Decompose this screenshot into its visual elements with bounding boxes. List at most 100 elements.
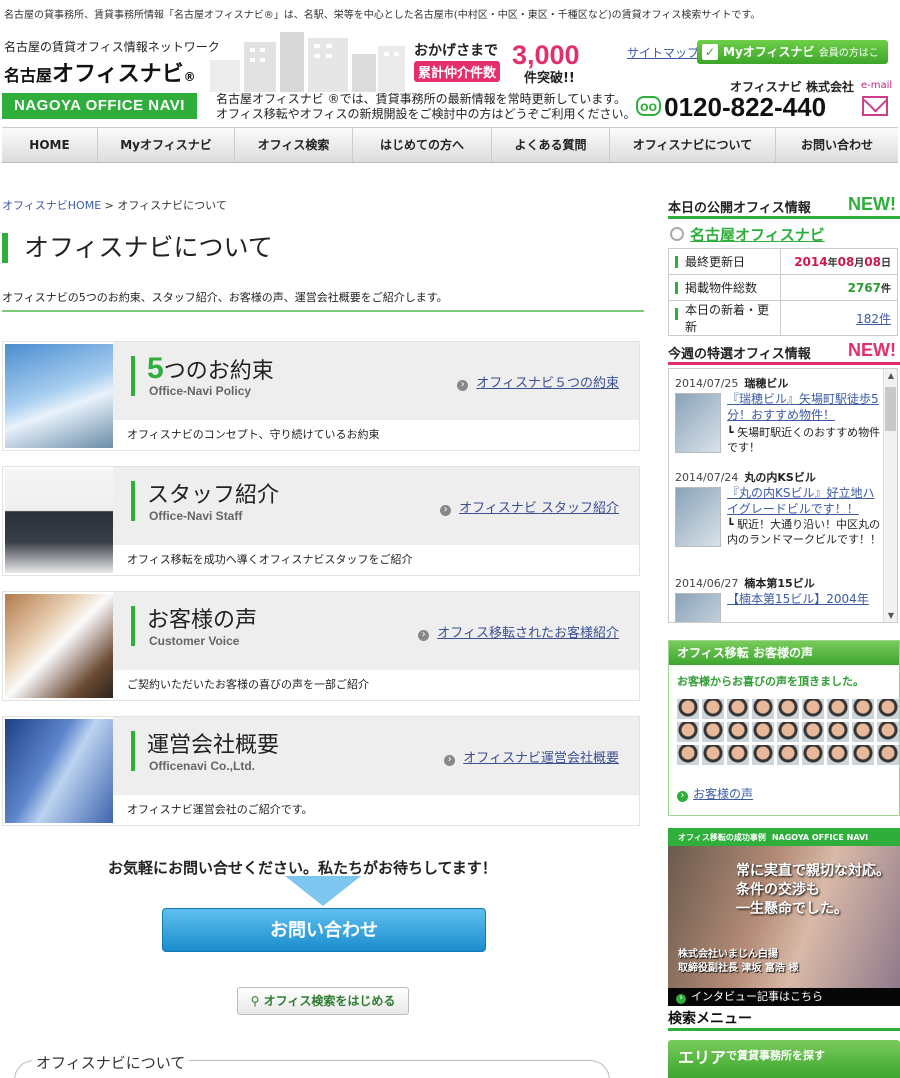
success-header-en: NAGOYA OFFICE NAVI xyxy=(771,833,869,842)
today-heading: 本日の公開オフィス情報 xyxy=(668,201,811,216)
page-title: オフィスナビについて xyxy=(2,233,273,263)
avatar xyxy=(852,722,874,742)
table-row: 最終更新日 2014年08月08日 xyxy=(668,248,898,275)
email-icon[interactable] xyxy=(862,96,888,116)
list-item[interactable]: 2014/06/27 楠本第15ビル 【楠本第15ビル】2004年 xyxy=(675,575,881,622)
item-date: 2014/07/25 xyxy=(675,377,739,390)
nav-about[interactable]: オフィスナビについて xyxy=(610,128,776,162)
scroll-down-icon[interactable]: ▼ xyxy=(888,611,894,620)
date-day: 08 xyxy=(864,255,881,269)
freedial-icon: oo xyxy=(636,96,662,116)
nav-first-time[interactable]: はじめての方へ xyxy=(353,128,492,162)
breadcrumb: オフィスナビHOME > オフィスナビについて xyxy=(2,197,227,213)
avatar xyxy=(777,745,799,765)
promo-line3: 件突破!! xyxy=(524,71,575,86)
item-name: 丸の内KSビル xyxy=(744,471,816,484)
logo[interactable]: 名古屋オフィスナビ® xyxy=(4,56,196,88)
scroll-up-icon[interactable]: ▲ xyxy=(888,371,894,380)
date-day-unit: 日 xyxy=(881,258,891,269)
success-person: 株式会社いまじん白揚 取締役副社長 津坂 富浩 様 xyxy=(678,948,798,976)
stat-label: 掲載物件総数 xyxy=(668,274,781,301)
feed-scrollbar[interactable]: ▲ ▼ xyxy=(883,369,897,622)
item-name: 瑞穂ビル xyxy=(744,377,789,390)
customer-voice-link[interactable]: お客様の声 xyxy=(677,785,753,802)
item-title-link[interactable]: 【楠本第15ビル】2004年 xyxy=(727,591,883,607)
quote-line: 常に実直で親切な対応。 xyxy=(736,863,890,879)
card-title: 5つのお約束 xyxy=(147,352,274,386)
item-title-link[interactable]: 『丸の内KSビル』好立地ハイグレードビルです！！ xyxy=(727,485,883,517)
card-photo-contract xyxy=(5,594,113,698)
sitemap-link[interactable]: サイトマップ xyxy=(627,44,699,61)
voice-subtitle: お客様からお喜びの声を頂きました。 xyxy=(677,675,864,688)
card-link[interactable]: オフィスナビ運営会社概要 xyxy=(444,747,619,766)
card-header: お客様の声 Customer Voice オフィス移転されたお客様紹介 xyxy=(113,592,639,670)
search-menu-heading: 検索メニュー xyxy=(668,1011,752,1027)
building-thumbnail[interactable] xyxy=(675,487,721,547)
featured-feed[interactable]: 2014/07/25 瑞穂ビル 『瑞穂ビル』矢場町駅徒歩5分！おすすめ物件！ ┗ … xyxy=(668,368,898,623)
avatar xyxy=(877,699,899,719)
list-item[interactable]: 2014/07/25 瑞穂ビル 『瑞穂ビル』矢場町駅徒歩5分！おすすめ物件！ ┗ … xyxy=(675,375,881,454)
nav-contact[interactable]: お問い合わせ xyxy=(776,128,898,162)
card-voice[interactable]: お客様の声 Customer Voice オフィス移転されたお客様紹介 ご契約い… xyxy=(2,591,640,701)
avatar xyxy=(802,722,824,742)
area-subtitle: で賃貸事務所を探す xyxy=(726,1049,825,1062)
date-year-unit: 年 xyxy=(827,258,838,269)
building-thumbnail[interactable] xyxy=(675,593,721,622)
quote-line: 条件の交渉も xyxy=(736,882,820,898)
interview-link[interactable]: インタビュー記事はこちら xyxy=(668,988,900,1006)
buildings-illustration xyxy=(210,32,405,92)
avatar xyxy=(852,699,874,719)
avatar xyxy=(827,722,849,742)
search-button-label: オフィス検索をはじめる xyxy=(263,994,396,1008)
promo-line1: おかげさまで xyxy=(414,43,498,59)
card-title: お客様の声 xyxy=(147,608,258,633)
breadcrumb-home[interactable]: オフィスナビHOME xyxy=(2,199,101,212)
card-company[interactable]: 運営会社概要 Officenavi Co.,Ltd. オフィスナビ運営会社概要 … xyxy=(2,716,640,826)
nagoya-officenavi-link[interactable]: 名古屋オフィスナビ xyxy=(668,224,900,245)
promo-banner: おかげさまで 累計仲介件数 3,000 件突破!! xyxy=(412,40,602,88)
logo-tagline: 名古屋の賃貸オフィス情報ネットワーク xyxy=(4,40,220,54)
success-story-banner[interactable]: オフィス移転の成功事例 NAGOYA OFFICE NAVI 常に実直で親切な対応… xyxy=(668,828,900,1006)
nav-office-search[interactable]: オフィス検索 xyxy=(235,128,353,162)
customer-voice-panel: オフィス移転 お客様の声 お客様からお喜びの声を頂きました。 お客様の声 xyxy=(668,640,900,816)
new-badge: NEW! xyxy=(848,340,896,360)
logo-small-text: 名古屋 xyxy=(4,66,53,85)
today-updates-link[interactable]: 182件 xyxy=(856,312,891,326)
customer-faces-grid[interactable] xyxy=(677,699,899,765)
card-staff[interactable]: スタッフ紹介 Office-Navi Staff オフィスナビ スタッフ紹介 オ… xyxy=(2,466,640,576)
phone-text: 0120-822-440 xyxy=(664,92,827,122)
phone-number[interactable]: oo 0120-822-440 xyxy=(636,92,826,123)
nav-my-officenavi[interactable]: Myオフィスナビ xyxy=(98,128,235,162)
about-box-title: オフィスナビについて xyxy=(32,1052,190,1073)
contact-button[interactable]: お問い合わせ xyxy=(162,908,486,952)
new-badge: NEW! xyxy=(848,194,896,214)
card-description: オフィスナビのコンセプト、守り続けているお約束 xyxy=(127,428,380,441)
card-subtitle: Office-Navi Staff xyxy=(149,509,243,523)
avatar xyxy=(877,722,899,742)
table-row: 掲載物件総数 2767件 xyxy=(668,274,898,301)
my-officenavi-button[interactable]: ✓ Myオフィスナビ 会員の方はこちら xyxy=(697,40,888,85)
building-thumbnail[interactable] xyxy=(675,393,721,453)
card-link[interactable]: オフィスナビ スタッフ紹介 xyxy=(440,497,619,516)
card-link[interactable]: オフィス移転されたお客様紹介 xyxy=(418,622,619,641)
stat-label: 本日の新着・更新 xyxy=(668,300,781,336)
success-quote: 常に実直で親切な対応。 条件の交渉も 一生懸命でした。 xyxy=(736,862,890,919)
weekly-heading: 今週の特選オフィス情報 xyxy=(668,347,811,362)
search-icon: ⚲ xyxy=(250,994,264,1008)
breadcrumb-current: オフィスナビについて xyxy=(117,199,227,212)
area-search-header[interactable]: エリア で賃貸事務所を探す xyxy=(668,1040,900,1078)
start-search-button[interactable]: ⚲ オフィス検索をはじめる xyxy=(237,987,409,1015)
item-title-link[interactable]: 『瑞穂ビル』矢場町駅徒歩5分！おすすめ物件！ xyxy=(727,391,883,423)
avatar xyxy=(827,745,849,765)
card-link[interactable]: オフィスナビ５つの約束 xyxy=(457,372,619,391)
avatar xyxy=(727,699,749,719)
list-item[interactable]: 2014/07/24 丸の内KSビル 『丸の内KSビル』好立地ハイグレードビルです… xyxy=(675,469,881,547)
avatar xyxy=(752,722,774,742)
avatar xyxy=(702,722,724,742)
nav-home[interactable]: HOME xyxy=(2,128,98,162)
scroll-thumb[interactable] xyxy=(885,387,896,431)
avatar xyxy=(702,745,724,765)
card-header: 運営会社概要 Officenavi Co.,Ltd. オフィスナビ運営会社概要 xyxy=(113,717,639,795)
card-policy[interactable]: 5つのお約束 Office-Navi Policy オフィスナビ５つの約束 オフ… xyxy=(2,341,640,451)
nav-faq[interactable]: よくある質問 xyxy=(492,128,610,162)
